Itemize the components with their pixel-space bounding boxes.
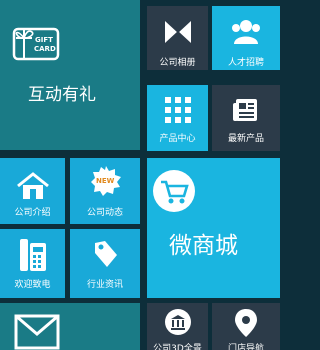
location-pin-icon [235,309,257,337]
tile-panorama-label: 公司3D全景 [153,344,202,350]
envelope-icon [14,314,60,350]
tile-jobs-label: 人才招聘 [227,58,264,68]
tile-gift[interactable]: GIFT CARD 互动有礼 [0,0,140,150]
tile-shop-label: 微商城 [169,233,238,259]
house-icon [17,172,49,199]
tile-panorama[interactable]: 公司3D全景 [147,303,208,350]
tile-album[interactable]: 公司相册 [147,6,208,70]
gift-card-text-2: CARD [34,45,56,53]
newspaper-icon [233,99,257,121]
new-badge-text: NEW [96,177,115,185]
tile-gift-label: 互动有礼 [28,85,96,105]
shopping-cart-icon [153,170,195,212]
tile-store-nav-label: 门店导航 [227,344,264,350]
tile-phone-label: 欢迎致电 [14,280,51,290]
gift-card-text-1: GIFT [35,36,53,44]
tile-industry[interactable]: 行业资讯 [70,229,140,298]
tile-intro[interactable]: 公司介绍 [0,158,65,224]
building-icon [165,309,191,335]
tile-new-products[interactable]: 最新产品 [212,85,280,151]
image-icon [165,21,191,43]
grid-icon [165,97,191,123]
tile-jobs[interactable]: 人才招聘 [212,6,280,70]
tag-icon [95,241,117,267]
tile-store-nav[interactable]: 门店导航 [212,303,280,350]
tile-products-label: 产品中心 [159,134,196,144]
telephone-icon [20,239,46,271]
tile-phone[interactable]: 欢迎致电 [0,229,65,298]
people-icon [232,20,260,44]
tile-mail[interactable] [0,303,140,350]
tile-news-label: 公司动态 [86,208,123,218]
tile-shop[interactable]: 微商城 [147,158,280,298]
tile-album-label: 公司相册 [159,58,196,68]
tile-products[interactable]: 产品中心 [147,85,208,151]
tile-new-products-label: 最新产品 [227,134,264,144]
tile-industry-label: 行业资讯 [86,280,123,290]
tile-intro-label: 公司介绍 [14,208,51,218]
tile-news[interactable]: NEW 公司动态 [70,158,140,224]
